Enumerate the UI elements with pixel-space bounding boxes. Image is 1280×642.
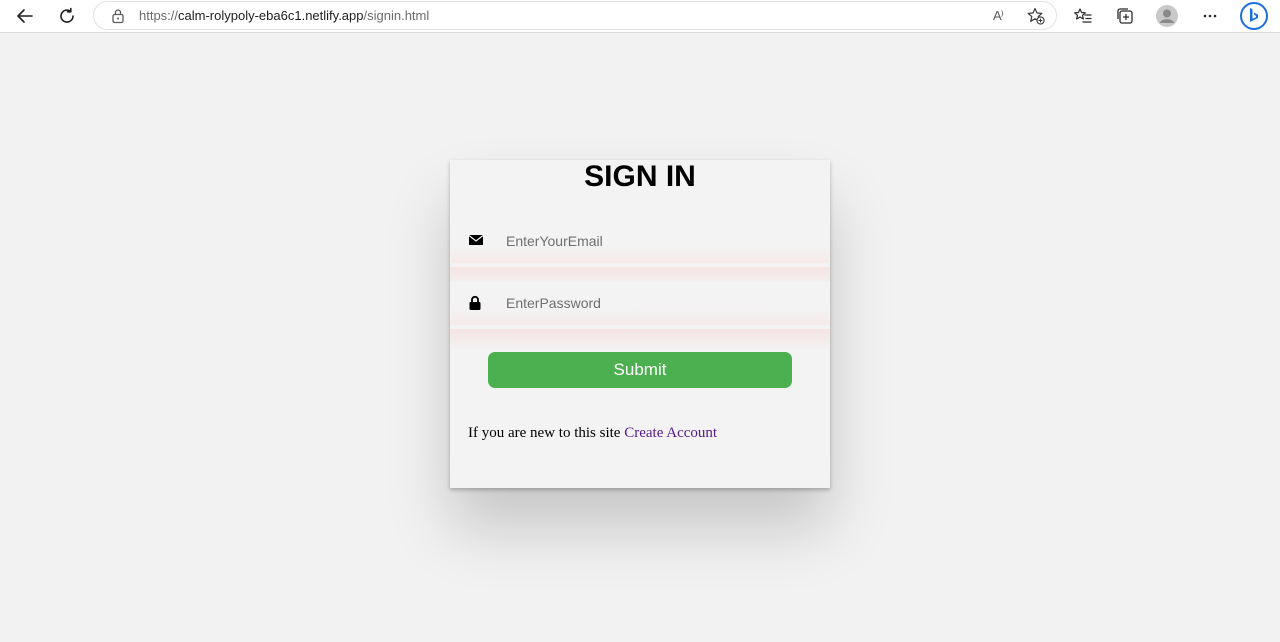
browser-toolbar: https://calm-rolypoly-eba6c1.netlify.app… bbox=[0, 0, 1280, 33]
envelope-icon bbox=[468, 233, 484, 252]
profile-avatar-icon bbox=[1156, 5, 1178, 27]
favorites-list-icon bbox=[1074, 8, 1092, 23]
collections-button[interactable] bbox=[1112, 4, 1138, 28]
url-protocol: https:// bbox=[139, 8, 179, 23]
lock-icon bbox=[468, 295, 482, 316]
submit-button[interactable]: Submit bbox=[488, 352, 792, 388]
profile-button[interactable] bbox=[1154, 4, 1180, 28]
refresh-button[interactable] bbox=[54, 4, 80, 28]
bing-button[interactable] bbox=[1238, 1, 1270, 31]
collections-icon bbox=[1117, 8, 1133, 24]
signin-title: SIGN IN bbox=[584, 160, 696, 193]
email-field-row bbox=[450, 219, 830, 263]
url-host: calm-rolypoly-eba6c1.netlify.app bbox=[178, 8, 364, 23]
favorites-button[interactable] bbox=[1070, 4, 1096, 28]
more-dots-icon bbox=[1203, 14, 1217, 18]
lock-icon[interactable] bbox=[111, 8, 125, 29]
url-path: /signin.html bbox=[363, 8, 430, 23]
address-bar[interactable]: https://calm-rolypoly-eba6c1.netlify.app… bbox=[93, 1, 1057, 30]
bing-icon bbox=[1240, 2, 1268, 30]
star-add-icon[interactable] bbox=[1026, 6, 1046, 31]
read-aloud-button[interactable]: A⁾ bbox=[993, 8, 1004, 24]
url-text[interactable]: https://calm-rolypoly-eba6c1.netlify.app… bbox=[139, 8, 429, 24]
email-input[interactable] bbox=[502, 227, 802, 255]
new-user-prompt: If you are new to this site Create Accou… bbox=[468, 425, 717, 442]
arrow-left-icon bbox=[17, 9, 33, 23]
new-user-text: If you are new to this site bbox=[468, 425, 625, 441]
password-field-underline bbox=[450, 329, 830, 351]
refresh-icon bbox=[60, 7, 74, 23]
more-button[interactable] bbox=[1197, 4, 1223, 28]
password-input[interactable] bbox=[502, 289, 802, 317]
signin-card: SIGN IN Submit If you are new to this si… bbox=[450, 160, 830, 488]
back-button[interactable] bbox=[12, 4, 38, 28]
password-field-row bbox=[450, 281, 830, 325]
create-account-link[interactable]: Create Account bbox=[624, 425, 717, 441]
